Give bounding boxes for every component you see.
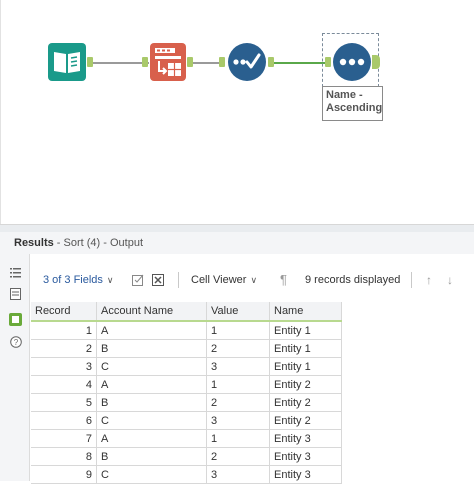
arrow-down-icon[interactable]: ↓ [447, 266, 453, 294]
cell-name[interactable]: Entity 3 [269, 447, 342, 466]
cell-record[interactable]: 3 [31, 357, 97, 376]
connection-wire [191, 62, 219, 64]
cell-account-name[interactable]: C [96, 357, 207, 376]
column-header-value[interactable]: Value [206, 302, 270, 322]
results-subtitle: - Sort (4) - Output [53, 237, 143, 249]
panel-divider[interactable] [0, 224, 474, 232]
cell-record[interactable]: 2 [31, 339, 97, 358]
data-view-icon[interactable] [9, 313, 22, 326]
output-anchor[interactable] [187, 57, 193, 67]
input-anchor[interactable] [325, 57, 331, 67]
cell-name[interactable]: Entity 2 [269, 393, 342, 412]
workflow-canvas[interactable]: Name - Ascending [0, 0, 474, 224]
sort-tool[interactable] [332, 42, 372, 82]
cell-account-name[interactable]: B [96, 393, 207, 412]
output-anchor[interactable] [372, 55, 380, 69]
cell-record[interactable]: 6 [31, 411, 97, 430]
cell-record[interactable]: 4 [31, 375, 97, 394]
input-anchor[interactable] [219, 57, 225, 67]
toolbar-separator [178, 272, 179, 288]
cell-value[interactable]: 3 [206, 411, 270, 430]
cell-value[interactable]: 1 [206, 375, 270, 394]
fields-label: 3 of 3 Fields [43, 274, 103, 286]
list-icon[interactable] [10, 267, 21, 279]
cell-value[interactable]: 1 [206, 321, 270, 340]
input-anchor[interactable] [142, 57, 148, 67]
table-row[interactable]: 1 A 1 Entity 1 [31, 321, 342, 340]
toolbar-separator [411, 272, 412, 288]
table-row[interactable]: 8 B 2 Entity 3 [31, 447, 342, 466]
table-row[interactable]: 2 B 2 Entity 1 [31, 339, 342, 358]
cell-value[interactable]: 2 [206, 339, 270, 358]
help-icon[interactable]: ? [10, 336, 22, 348]
results-toolbar: 3 of 3 Fields ∨ Cell Viewer ∨ ¶ 9 records … [31, 266, 474, 294]
output-anchor[interactable] [268, 57, 274, 67]
book-icon [48, 43, 86, 81]
cell-account-name[interactable]: A [96, 375, 207, 394]
connection-wire [93, 62, 149, 64]
table-row[interactable]: 6 C 3 Entity 2 [31, 411, 342, 430]
chevron-down-icon: ∨ [106, 275, 114, 285]
table-row[interactable]: 3 C 3 Entity 1 [31, 357, 342, 376]
cell-name[interactable]: Entity 2 [269, 375, 342, 394]
text-to-columns-tool[interactable] [150, 43, 186, 81]
results-left-rail: ? [0, 254, 30, 481]
dots-icon [333, 43, 371, 81]
cell-account-name[interactable]: B [96, 447, 207, 466]
column-header-name[interactable]: Name [269, 302, 342, 322]
table-row[interactable]: 4 A 1 Entity 2 [31, 375, 342, 394]
header-row: Record Account Name Value Name [31, 302, 342, 322]
cell-value[interactable]: 1 [206, 429, 270, 448]
cell-name[interactable]: Entity 3 [269, 429, 342, 448]
table-row[interactable]: 7 A 1 Entity 3 [31, 429, 342, 448]
cell-account-name[interactable]: B [96, 339, 207, 358]
cell-account-name[interactable]: C [96, 411, 207, 430]
cell-value[interactable]: 2 [206, 393, 270, 412]
output-anchor[interactable] [87, 57, 93, 67]
cell-name[interactable]: Entity 2 [269, 411, 342, 430]
cell-account-name[interactable]: A [96, 321, 207, 340]
cell-record[interactable]: 7 [31, 429, 97, 448]
cell-name[interactable]: Entity 1 [269, 321, 342, 340]
svg-text:?: ? [14, 338, 19, 347]
records-count: 9 records displayed [305, 274, 401, 286]
results-grid[interactable]: Record Account Name Value Name 1 A 1 Entity… [31, 302, 342, 484]
cell-account-name[interactable]: A [96, 429, 207, 448]
cell-record[interactable]: 1 [31, 321, 97, 340]
results-title: Results [14, 237, 54, 249]
checkmark-icon [228, 43, 266, 81]
input-data-tool[interactable] [48, 43, 86, 81]
column-header-record[interactable]: Record [31, 302, 97, 322]
clear-fields-icon[interactable] [152, 266, 164, 294]
cell-record[interactable]: 8 [31, 447, 97, 466]
text-to-columns-icon [150, 43, 186, 81]
cell-record[interactable]: 5 [31, 393, 97, 412]
metadata-icon[interactable] [10, 288, 21, 300]
tool-annotation-label: Name - Ascending [322, 86, 383, 121]
cell-viewer-dropdown[interactable]: Cell Viewer ∨ [191, 266, 257, 294]
pilcrow-icon[interactable]: ¶ [280, 266, 287, 294]
connection-wire [271, 62, 326, 64]
results-header: Results - Sort (4) - Output [0, 232, 474, 254]
column-header-account-name[interactable]: Account Name [96, 302, 207, 322]
select-tool[interactable] [227, 42, 267, 82]
table-row[interactable]: 5 B 2 Entity 2 [31, 393, 342, 412]
cell-viewer-label: Cell Viewer [191, 274, 247, 286]
fields-dropdown[interactable]: 3 of 3 Fields ∨ [43, 266, 114, 294]
cell-name[interactable]: Entity 1 [269, 357, 342, 376]
edit-fields-icon[interactable] [132, 266, 144, 294]
arrow-up-icon[interactable]: ↑ [426, 266, 432, 294]
chevron-down-icon: ∨ [250, 275, 258, 285]
cell-name[interactable]: Entity 1 [269, 339, 342, 358]
cell-value[interactable]: 3 [206, 357, 270, 376]
cell-value[interactable]: 2 [206, 447, 270, 466]
